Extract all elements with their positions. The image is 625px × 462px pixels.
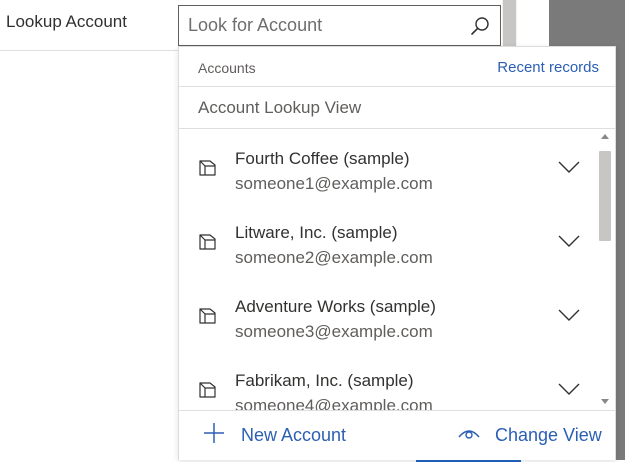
- list-item[interactable]: Fourth Coffee (sample) someone1@example.…: [179, 129, 593, 203]
- flyout-header: Accounts Recent records: [179, 47, 615, 87]
- account-record-icon: [197, 231, 219, 253]
- list-item[interactable]: Adventure Works (sample) someone3@exampl…: [179, 277, 593, 351]
- result-account-name: Fabrikam, Inc. (sample): [235, 371, 414, 390]
- results-scrollbar[interactable]: [598, 131, 612, 407]
- new-account-button[interactable]: New Account: [203, 411, 346, 459]
- search-icon[interactable]: [460, 6, 500, 45]
- chevron-down-icon[interactable]: [556, 159, 582, 175]
- result-account-email: someone3@example.com: [235, 322, 433, 341]
- change-view-label: Change View: [495, 424, 602, 445]
- field-divider: [0, 50, 178, 51]
- new-account-label: New Account: [241, 424, 347, 445]
- result-account-name: Adventure Works (sample): [235, 297, 436, 316]
- result-account-email: someone4@example.com: [235, 396, 433, 410]
- chevron-down-icon[interactable]: [556, 307, 582, 323]
- result-account-email: someone1@example.com: [235, 174, 433, 193]
- result-account-name: Litware, Inc. (sample): [235, 223, 398, 242]
- flyout-title: Accounts: [198, 60, 256, 76]
- scrollbar-thumb[interactable]: [599, 151, 611, 241]
- list-item[interactable]: Fabrikam, Inc. (sample) someone4@example…: [179, 351, 593, 410]
- recent-records-link[interactable]: Recent records: [497, 59, 599, 76]
- lookup-view-name: Account Lookup View: [198, 98, 362, 117]
- result-account-name: Fourth Coffee (sample): [235, 149, 410, 168]
- scroll-down-arrow-icon[interactable]: [601, 399, 609, 404]
- lookup-account-label: Lookup Account: [6, 12, 127, 31]
- account-record-icon: [197, 157, 219, 179]
- form-scrollbar-thumb[interactable]: [503, 0, 516, 50]
- flyout-footer: New Account Change View: [179, 410, 615, 460]
- chevron-down-icon[interactable]: [556, 381, 582, 397]
- results-list: Fourth Coffee (sample) someone1@example.…: [179, 129, 615, 410]
- lookup-search-input[interactable]: [179, 6, 460, 45]
- account-record-icon: [197, 305, 219, 327]
- chevron-down-icon[interactable]: [556, 233, 582, 249]
- scroll-up-arrow-icon[interactable]: [601, 134, 609, 139]
- change-view-button[interactable]: Change View: [457, 411, 602, 459]
- view-title-row: Account Lookup View: [179, 87, 615, 129]
- lookup-flyout: Accounts Recent records Account Lookup V…: [178, 46, 616, 460]
- result-account-email: someone2@example.com: [235, 248, 433, 267]
- lookup-search-box[interactable]: [178, 5, 501, 46]
- plus-icon: [203, 422, 225, 449]
- list-item[interactable]: Litware, Inc. (sample) someone2@example.…: [179, 203, 593, 277]
- eye-icon: [457, 424, 481, 447]
- account-record-icon: [197, 379, 219, 401]
